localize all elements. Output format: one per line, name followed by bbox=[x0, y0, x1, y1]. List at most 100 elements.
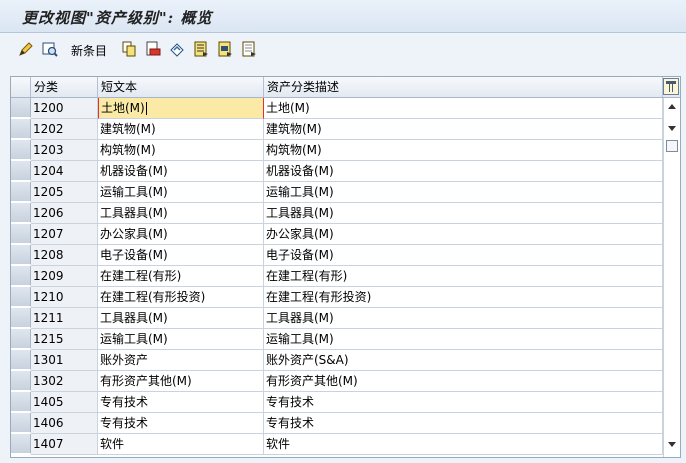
cell-short-text-input[interactable]: 构筑物(M) bbox=[98, 140, 264, 161]
scroll-up-icon[interactable] bbox=[668, 104, 676, 109]
cell-short-text-input[interactable]: 土地(M) bbox=[98, 98, 264, 119]
row-selector-header[interactable] bbox=[11, 77, 31, 97]
display-change-icon[interactable] bbox=[42, 41, 58, 57]
cell-description-input[interactable]: 电子设备(M) bbox=[264, 245, 663, 266]
cell-short-text: 建筑物(M) bbox=[100, 122, 156, 136]
table-row[interactable]: 1206 工具器具(M) 工具器具(M) bbox=[11, 203, 663, 224]
table-row[interactable]: 1210 在建工程(有形投资) 在建工程(有形投资) bbox=[11, 287, 663, 308]
table-row[interactable]: 1208 电子设备(M) 电子设备(M) bbox=[11, 245, 663, 266]
column-header-short-text[interactable]: 短文本 bbox=[98, 77, 264, 97]
cell-description-input[interactable]: 土地(M) bbox=[264, 98, 663, 119]
row-selector[interactable] bbox=[11, 371, 31, 391]
scroll-page-down-icon[interactable] bbox=[668, 126, 676, 131]
cell-asset-class: 1407 bbox=[31, 434, 98, 455]
row-selector[interactable] bbox=[11, 140, 31, 160]
row-selector[interactable] bbox=[11, 308, 31, 328]
cell-description-input[interactable]: 建筑物(M) bbox=[264, 119, 663, 140]
cell-description-input[interactable]: 在建工程(有形) bbox=[264, 266, 663, 287]
table-row[interactable]: 1406 专有技术 专有技术 bbox=[11, 413, 663, 434]
cell-description-input[interactable]: 机器设备(M) bbox=[264, 161, 663, 182]
table-row[interactable]: 1207 办公家具(M) 办公家具(M) bbox=[11, 224, 663, 245]
row-selector[interactable] bbox=[11, 287, 31, 307]
cell-short-text-input[interactable]: 建筑物(M) bbox=[98, 119, 264, 140]
cell-short-text-input[interactable]: 软件 bbox=[98, 434, 264, 455]
cell-short-text-input[interactable]: 在建工程(有形投资) bbox=[98, 287, 264, 308]
cell-short-text-input[interactable]: 有形资产其他(M) bbox=[98, 371, 264, 392]
table-row[interactable]: 1209 在建工程(有形) 在建工程(有形) bbox=[11, 266, 663, 287]
cell-short-text-input[interactable]: 工具器具(M) bbox=[98, 203, 264, 224]
cell-description-input[interactable]: 运输工具(M) bbox=[264, 329, 663, 350]
table-row[interactable]: 1215 运输工具(M) 运输工具(M) bbox=[11, 329, 663, 350]
cell-description-input[interactable]: 构筑物(M) bbox=[264, 140, 663, 161]
column-header-asset-class[interactable]: 分类 bbox=[31, 77, 98, 97]
cell-short-text-input[interactable]: 工具器具(M) bbox=[98, 308, 264, 329]
cell-description-input[interactable]: 在建工程(有形投资) bbox=[264, 287, 663, 308]
cell-asset-class: 1204 bbox=[31, 161, 98, 182]
cell-short-text: 工具器具(M) bbox=[100, 311, 168, 325]
cell-short-text-input[interactable]: 专有技术 bbox=[98, 392, 264, 413]
cell-description-input[interactable]: 账外资产(S&A) bbox=[264, 350, 663, 371]
cell-description-input[interactable]: 办公家具(M) bbox=[264, 224, 663, 245]
table-row[interactable]: 1200 土地(M) 土地(M) bbox=[11, 98, 663, 119]
cell-asset-class: 1205 bbox=[31, 182, 98, 203]
scroll-down-icon[interactable] bbox=[668, 442, 676, 447]
row-selector[interactable] bbox=[11, 392, 31, 412]
cell-description-input[interactable]: 有形资产其他(M) bbox=[264, 371, 663, 392]
table-row[interactable]: 1407 软件 软件 bbox=[11, 434, 663, 455]
cell-description-input[interactable]: 软件 bbox=[264, 434, 663, 455]
new-entries-button[interactable]: 新条目 bbox=[71, 42, 107, 59]
cell-asset-class: 1206 bbox=[31, 203, 98, 224]
table-row[interactable]: 1301 账外资产 账外资产(S&A) bbox=[11, 350, 663, 371]
table-row[interactable]: 1202 建筑物(M) 建筑物(M) bbox=[11, 119, 663, 140]
row-selector[interactable] bbox=[11, 245, 31, 265]
table-row[interactable]: 1204 机器设备(M) 机器设备(M) bbox=[11, 161, 663, 182]
table-row[interactable]: 1203 构筑物(M) 构筑物(M) bbox=[11, 140, 663, 161]
scroll-thumb[interactable] bbox=[666, 140, 678, 152]
row-selector[interactable] bbox=[11, 434, 31, 454]
cell-description-input[interactable]: 专有技术 bbox=[264, 413, 663, 434]
deselect-all-icon[interactable] bbox=[241, 41, 257, 57]
select-block-icon[interactable] bbox=[217, 41, 233, 57]
cell-short-text-input[interactable]: 机器设备(M) bbox=[98, 161, 264, 182]
cell-description-input[interactable]: 运输工具(M) bbox=[264, 182, 663, 203]
cell-short-text-input[interactable]: 电子设备(M) bbox=[98, 245, 264, 266]
cell-short-text-input[interactable]: 在建工程(有形) bbox=[98, 266, 264, 287]
cell-short-text: 构筑物(M) bbox=[100, 143, 156, 157]
cell-asset-class: 1406 bbox=[31, 413, 98, 434]
cell-description-input[interactable]: 工具器具(M) bbox=[264, 203, 663, 224]
column-header-description[interactable]: 资产分类描述 bbox=[264, 77, 663, 97]
row-selector[interactable] bbox=[11, 413, 31, 433]
table-row[interactable]: 1211 工具器具(M) 工具器具(M) bbox=[11, 308, 663, 329]
cell-short-text-input[interactable]: 办公家具(M) bbox=[98, 224, 264, 245]
copy-icon[interactable] bbox=[121, 41, 137, 57]
row-selector[interactable] bbox=[11, 350, 31, 370]
select-all-icon[interactable] bbox=[193, 41, 209, 57]
cell-short-text: 办公家具(M) bbox=[100, 227, 168, 241]
column-settings-icon[interactable] bbox=[663, 78, 679, 95]
row-selector[interactable] bbox=[11, 119, 31, 139]
row-selector[interactable] bbox=[11, 224, 31, 244]
edit-icon[interactable] bbox=[18, 41, 34, 57]
cell-short-text-input[interactable]: 账外资产 bbox=[98, 350, 264, 371]
cell-short-text-input[interactable]: 专有技术 bbox=[98, 413, 264, 434]
cell-description-input[interactable]: 工具器具(M) bbox=[264, 308, 663, 329]
table-row[interactable]: 1405 专有技术 专有技术 bbox=[11, 392, 663, 413]
cell-short-text: 有形资产其他(M) bbox=[100, 374, 192, 388]
cell-short-text: 账外资产 bbox=[100, 353, 149, 367]
cell-description-input[interactable]: 专有技术 bbox=[264, 392, 663, 413]
row-selector[interactable] bbox=[11, 329, 31, 349]
delete-icon[interactable] bbox=[145, 41, 161, 57]
row-selector[interactable] bbox=[11, 98, 31, 118]
table-row[interactable]: 1302 有形资产其他(M) 有形资产其他(M) bbox=[11, 371, 663, 392]
undo-icon[interactable] bbox=[169, 41, 185, 57]
vertical-scrollbar[interactable] bbox=[663, 98, 680, 457]
row-selector[interactable] bbox=[11, 266, 31, 286]
cell-asset-class: 1211 bbox=[31, 308, 98, 329]
row-selector[interactable] bbox=[11, 182, 31, 202]
cell-short-text-input[interactable]: 运输工具(M) bbox=[98, 182, 264, 203]
table-row[interactable]: 1205 运输工具(M) 运输工具(M) bbox=[11, 182, 663, 203]
cell-short-text: 电子设备(M) bbox=[100, 248, 168, 262]
row-selector[interactable] bbox=[11, 161, 31, 181]
cell-short-text-input[interactable]: 运输工具(M) bbox=[98, 329, 264, 350]
row-selector[interactable] bbox=[11, 203, 31, 223]
